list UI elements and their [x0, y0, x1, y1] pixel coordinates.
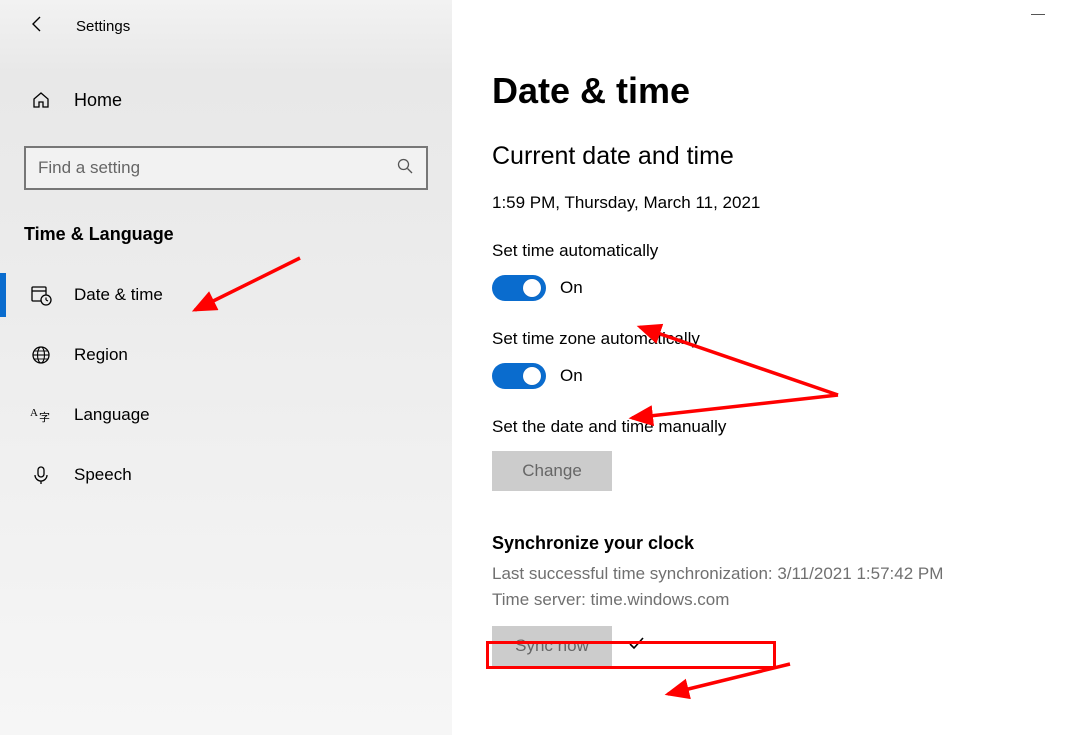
search-icon	[396, 157, 414, 180]
sync-now-button[interactable]: Sync now	[492, 626, 612, 666]
search-input[interactable]	[24, 146, 428, 190]
globe-icon	[30, 345, 52, 365]
sidebar-item-speech[interactable]: Speech	[0, 445, 452, 505]
time-server-text: Time server: time.windows.com	[492, 588, 1050, 612]
sidebar-item-date-time[interactable]: Date & time	[0, 265, 452, 325]
svg-text:字: 字	[39, 410, 50, 424]
toggle-set-tz-auto-state: On	[560, 366, 583, 386]
sidebar-item-language[interactable]: A字 Language	[0, 385, 452, 445]
main-content: Date & time Current date and time 1:59 P…	[452, 0, 1080, 735]
sidebar-item-label: Speech	[74, 465, 132, 485]
home-icon	[30, 90, 52, 110]
check-icon	[626, 633, 646, 659]
home-label: Home	[74, 90, 122, 111]
minimize-icon[interactable]	[1031, 14, 1045, 15]
change-button[interactable]: Change	[492, 451, 612, 491]
page-title: Date & time	[492, 70, 1050, 112]
sidebar-item-region[interactable]: Region	[0, 325, 452, 385]
sidebar-item-label: Region	[74, 345, 128, 365]
microphone-icon	[30, 465, 52, 485]
label-set-tz-auto: Set time zone automatically	[492, 329, 1050, 349]
section-current: Current date and time	[492, 142, 1050, 171]
sidebar-item-label: Language	[74, 405, 150, 425]
svg-text:A: A	[30, 407, 38, 419]
sync-heading: Synchronize your clock	[492, 533, 1050, 554]
category-title: Time & Language	[24, 224, 452, 245]
window-title: Settings	[76, 18, 130, 35]
language-icon: A字	[30, 405, 52, 425]
back-arrow-icon[interactable]	[28, 14, 48, 39]
toggle-set-time-auto[interactable]	[492, 275, 546, 301]
sidebar: Settings Home Time & Language Date & tim…	[0, 0, 452, 735]
sidebar-item-home[interactable]: Home	[0, 70, 452, 130]
toggle-set-time-auto-state: On	[560, 278, 583, 298]
calendar-clock-icon	[30, 284, 52, 306]
current-datetime: 1:59 PM, Thursday, March 11, 2021	[492, 193, 1050, 213]
sidebar-item-label: Date & time	[74, 285, 163, 305]
toggle-set-tz-auto[interactable]	[492, 363, 546, 389]
titlebar: Settings	[0, 0, 452, 52]
last-sync-text: Last successful time synchronization: 3/…	[492, 562, 1050, 586]
search-field[interactable]	[38, 158, 358, 178]
label-manual: Set the date and time manually	[492, 417, 1050, 437]
label-set-time-auto: Set time automatically	[492, 241, 1050, 261]
